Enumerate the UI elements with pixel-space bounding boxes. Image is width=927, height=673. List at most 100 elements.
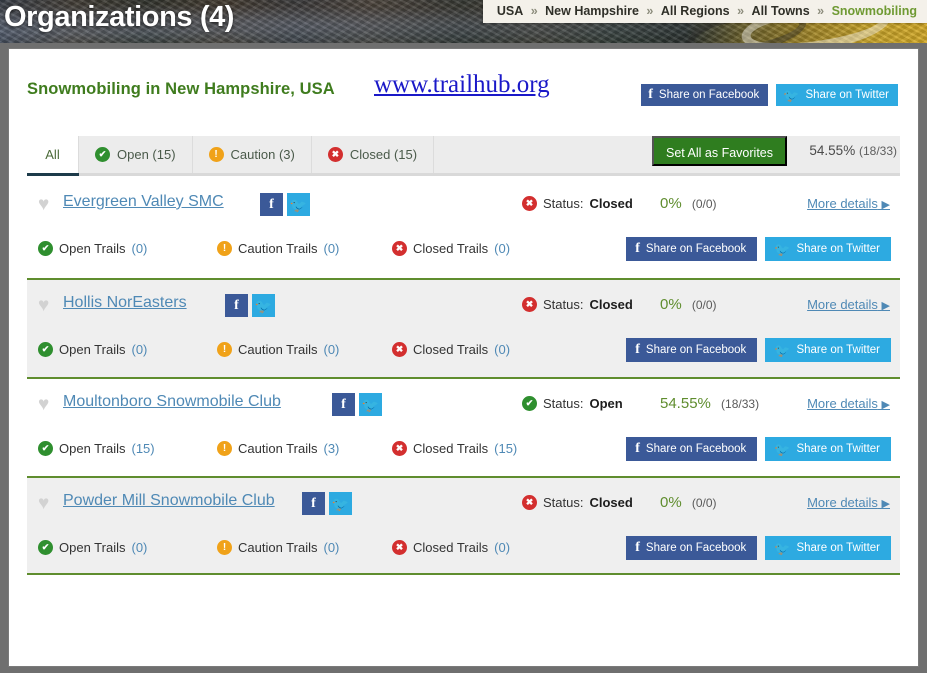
closed-trails-count: (0) <box>494 241 511 256</box>
twitter-icon[interactable]: 🐦 <box>329 492 352 515</box>
percent-fraction: (0/0) <box>691 298 717 312</box>
banner-title: Organizations (4) <box>4 1 235 33</box>
exclaim-circle-icon <box>217 441 232 456</box>
overall-fraction: (18/33) <box>858 144 897 158</box>
row-share-group: f Share on Facebook 🐦 Share on Twitter <box>626 536 891 560</box>
facebook-icon[interactable]: f <box>260 193 283 216</box>
site-url-link[interactable]: www.trailhub.org <box>374 71 550 99</box>
tab-closed-label: Closed (15) <box>349 147 418 162</box>
percent-fraction: (18/33) <box>721 397 760 411</box>
status-badge: Status: Open <box>522 396 623 411</box>
caution-trails-stat[interactable]: Caution Trails (0) <box>217 540 339 555</box>
open-trails-stat[interactable]: Open Trails (0) <box>38 540 147 555</box>
check-circle-icon <box>95 147 110 162</box>
row-share-facebook-button[interactable]: f Share on Facebook <box>626 437 758 461</box>
organization-name-link[interactable]: Moultonboro Snowmobile Club <box>63 393 281 411</box>
facebook-icon[interactable]: f <box>332 393 355 416</box>
caution-trails-stat[interactable]: Caution Trails (0) <box>217 241 339 256</box>
facebook-icon[interactable]: f <box>302 492 325 515</box>
open-trails-label: Open Trails <box>59 441 126 456</box>
active-tab-indicator <box>27 173 79 176</box>
header-share-twitter-button[interactable]: 🐦 Share on Twitter <box>776 84 898 106</box>
check-circle-icon <box>38 241 53 256</box>
more-details-label: More details <box>807 396 878 411</box>
percent-value: 0% <box>660 195 682 212</box>
open-trails-stat[interactable]: Open Trails (0) <box>38 241 147 256</box>
row-share-facebook-button[interactable]: f Share on Facebook <box>626 536 758 560</box>
tab-closed[interactable]: Closed (15) <box>312 136 435 173</box>
breadcrumb-item-all-towns[interactable]: All Towns <box>752 4 810 18</box>
x-circle-icon <box>522 196 537 211</box>
open-trails-stat[interactable]: Open Trails (0) <box>38 342 147 357</box>
favorite-heart-icon[interactable]: ♥ <box>38 296 49 315</box>
open-trails-count: (15) <box>131 441 155 456</box>
organization-name-link[interactable]: Evergreen Valley SMC <box>63 193 224 211</box>
closed-trails-stat[interactable]: Closed Trails (15) <box>392 441 517 456</box>
x-circle-icon <box>392 241 407 256</box>
caution-trails-stat[interactable]: Caution Trails (0) <box>217 342 339 357</box>
x-circle-icon <box>392 342 407 357</box>
more-details-link[interactable]: More details ▶ <box>807 196 890 211</box>
organization-name-link[interactable]: Powder Mill Snowmobile Club <box>63 492 275 510</box>
breadcrumb-separator: » <box>530 4 538 18</box>
open-trails-stat[interactable]: Open Trails (15) <box>38 441 155 456</box>
exclaim-circle-icon <box>217 540 232 555</box>
percent-value: 0% <box>660 494 682 511</box>
exclaim-circle-icon <box>217 342 232 357</box>
row-share-group: f Share on Facebook 🐦 Share on Twitter <box>626 437 891 461</box>
row-share-group: f Share on Facebook 🐦 Share on Twitter <box>626 338 891 362</box>
organization-row: ♥ Powder Mill Snowmobile Club f 🐦 Status… <box>27 476 900 575</box>
breadcrumb-item-usa[interactable]: USA <box>497 4 523 18</box>
breadcrumb-item-snowmobiling[interactable]: Snowmobiling <box>832 4 917 18</box>
row-share-twitter-button[interactable]: 🐦 Share on Twitter <box>765 237 891 261</box>
check-circle-icon <box>522 396 537 411</box>
twitter-icon[interactable]: 🐦 <box>252 294 275 317</box>
caret-right-icon: ▶ <box>881 498 890 510</box>
closed-trails-stat[interactable]: Closed Trails (0) <box>392 241 510 256</box>
twitter-icon: 🐦 <box>774 241 791 257</box>
breadcrumb-item-new-hampshire[interactable]: New Hampshire <box>545 4 639 18</box>
facebook-icon: f <box>635 241 640 256</box>
organization-row: ♥ Hollis NorEasters f 🐦 Status: Closed 0… <box>27 278 900 377</box>
header-share-facebook-button[interactable]: f Share on Facebook <box>641 84 769 106</box>
closed-trails-count: (0) <box>494 342 511 357</box>
breadcrumb-separator: » <box>737 4 745 18</box>
row-share-facebook-button[interactable]: f Share on Facebook <box>626 338 758 362</box>
organization-header: ♥ Hollis NorEasters f 🐦 Status: Closed 0… <box>27 280 900 330</box>
row-share-facebook-button[interactable]: f Share on Facebook <box>626 237 758 261</box>
facebook-icon[interactable]: f <box>225 294 248 317</box>
row-share-twitter-button[interactable]: 🐦 Share on Twitter <box>765 338 891 362</box>
tab-open[interactable]: Open (15) <box>79 136 193 173</box>
organization-row: ♥ Moultonboro Snowmobile Club f 🐦 Status… <box>27 377 900 476</box>
closed-trails-stat[interactable]: Closed Trails (0) <box>392 342 510 357</box>
breadcrumb-item-all-regions[interactable]: All Regions <box>661 4 730 18</box>
more-details-link[interactable]: More details ▶ <box>807 495 890 510</box>
more-details-link[interactable]: More details ▶ <box>807 396 890 411</box>
organization-header: ♥ Evergreen Valley SMC f 🐦 Status: Close… <box>27 179 900 229</box>
status-value: Open <box>589 396 623 411</box>
more-details-link[interactable]: More details ▶ <box>807 297 890 312</box>
caution-trails-label: Caution Trails <box>238 241 318 256</box>
open-trails-label: Open Trails <box>59 342 126 357</box>
caution-trails-label: Caution Trails <box>238 342 318 357</box>
closed-trails-stat[interactable]: Closed Trails (0) <box>392 540 510 555</box>
caret-right-icon: ▶ <box>881 199 890 211</box>
organization-header: ♥ Powder Mill Snowmobile Club f 🐦 Status… <box>27 478 900 528</box>
favorite-heart-icon[interactable]: ♥ <box>38 494 49 513</box>
tab-all[interactable]: All <box>27 136 79 173</box>
row-share-twitter-button[interactable]: 🐦 Share on Twitter <box>765 536 891 560</box>
favorite-heart-icon[interactable]: ♥ <box>38 195 49 214</box>
twitter-icon[interactable]: 🐦 <box>287 193 310 216</box>
x-circle-icon <box>327 147 343 162</box>
tab-caution[interactable]: Caution (3) <box>193 136 312 173</box>
organization-name-link[interactable]: Hollis NorEasters <box>63 294 187 312</box>
twitter-icon[interactable]: 🐦 <box>359 393 382 416</box>
open-trails-count: (0) <box>131 342 148 357</box>
row-share-twitter-button[interactable]: 🐦 Share on Twitter <box>765 437 891 461</box>
filter-tab-bar: All Open (15) Caution (3) Closed (15) Se… <box>27 136 900 176</box>
set-all-favorites-button[interactable]: Set All as Favorites <box>652 136 787 166</box>
tab-open-label: Open (15) <box>117 147 176 162</box>
breadcrumb-separator: » <box>817 4 825 18</box>
caution-trails-stat[interactable]: Caution Trails (3) <box>217 441 339 456</box>
favorite-heart-icon[interactable]: ♥ <box>38 395 49 414</box>
